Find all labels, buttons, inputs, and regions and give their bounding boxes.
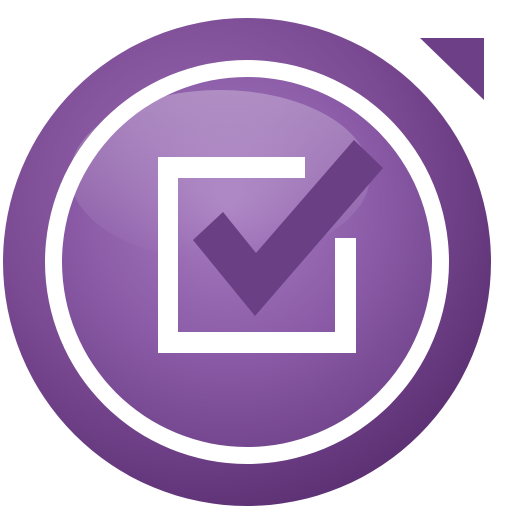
app-icon (0, 0, 512, 512)
corner-triangle-icon (420, 38, 484, 100)
checkbox-checkmark-icon (3, 18, 491, 506)
